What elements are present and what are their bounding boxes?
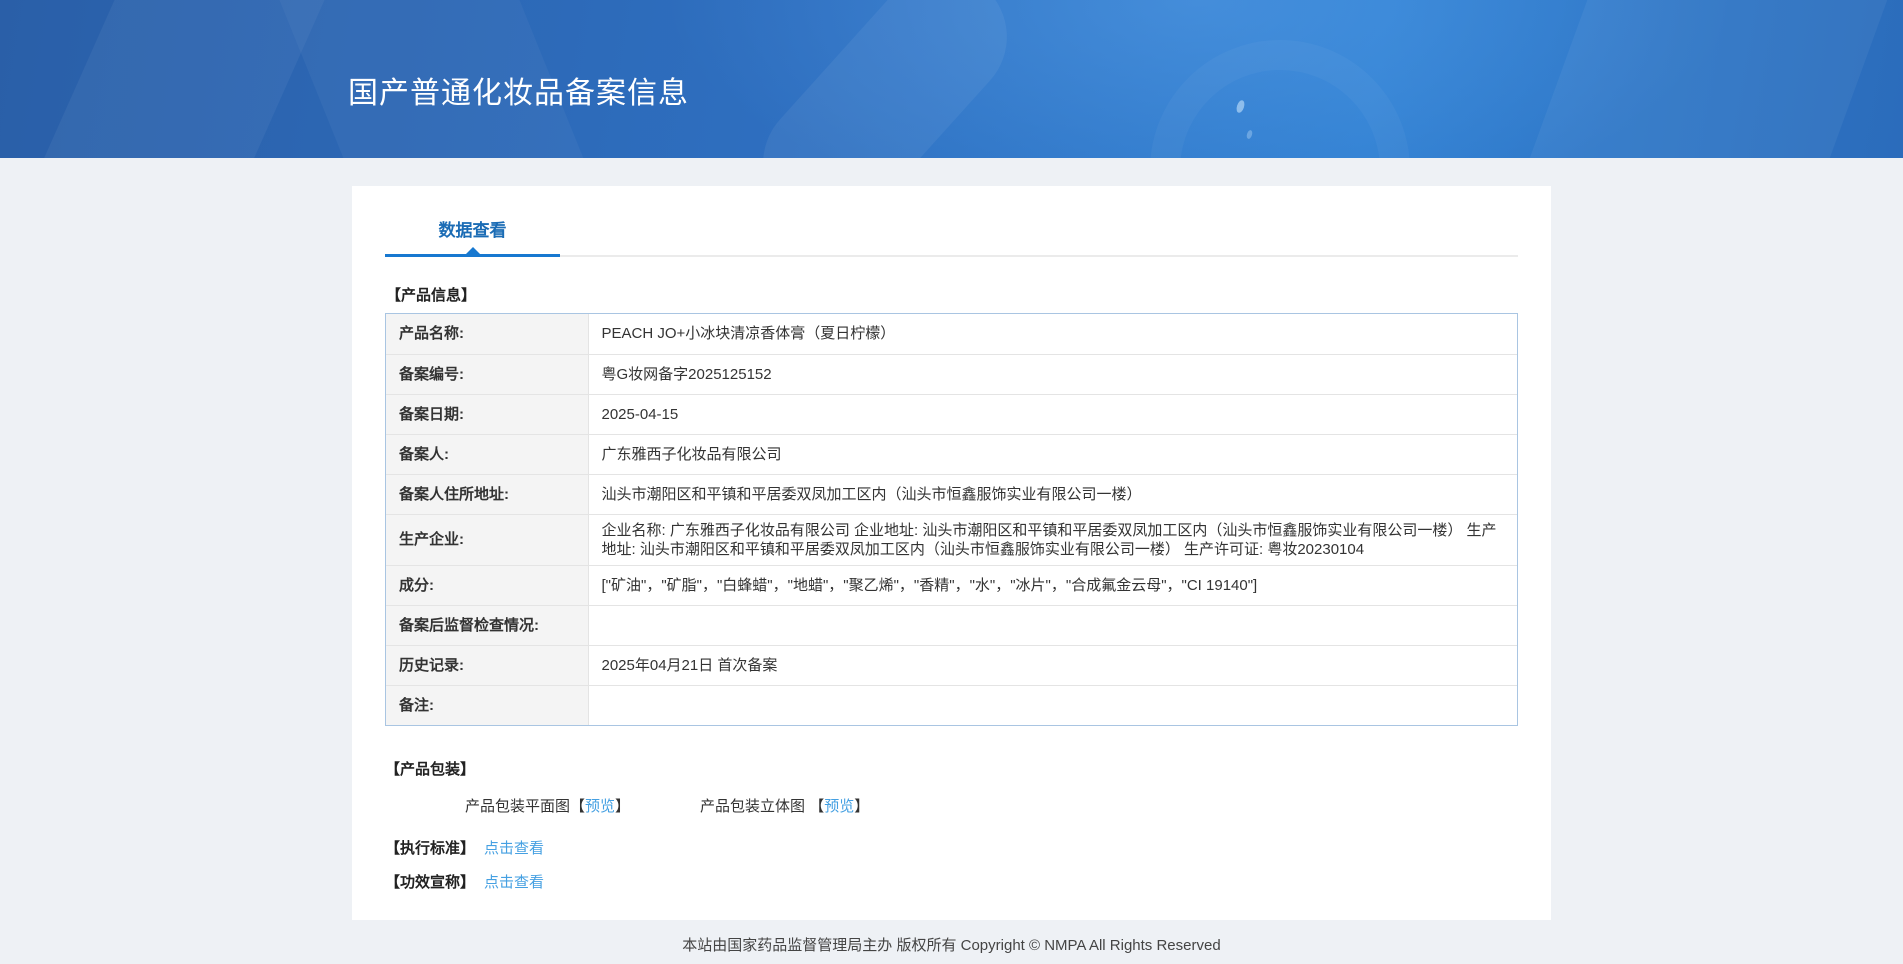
row-label-ingredients: 成分: bbox=[386, 564, 589, 605]
row-label-product-name: 产品名称: bbox=[386, 314, 589, 354]
page-title: 国产普通化妆品备案信息 bbox=[348, 77, 689, 110]
row-value-manufacturer: 企业名称: 广东雅西子化妆品有限公司 企业地址: 汕头市潮阳区和平镇和平居委双凤… bbox=[588, 513, 1517, 565]
packaging-3d-image-label: 产品包装立体图 【 bbox=[700, 798, 825, 815]
row-value-filer-address: 汕头市潮阳区和平镇和平居委双凤加工区内（汕头市恒鑫服饰实业有限公司一楼） bbox=[588, 473, 1517, 514]
decorative-shape bbox=[736, 0, 1034, 158]
packaging-flat-preview-link[interactable]: 预览 bbox=[585, 798, 615, 815]
row-label-manufacturer: 生产企业: bbox=[386, 513, 589, 565]
tab-data-view-label: 数据查看 bbox=[438, 221, 507, 240]
decorative-circle bbox=[1150, 40, 1410, 158]
packaging-3d-image-item: 产品包装立体图 【预览】 bbox=[700, 795, 869, 816]
product-info-table: 产品名称: PEACH JO+小冰块清凉香体膏（夏日柠檬） 备案编号: 粤G妆网… bbox=[385, 313, 1518, 726]
copyright-footer: 本站由国家药品监督管理局主办 版权所有 Copyright © NMPA All… bbox=[682, 937, 1221, 954]
table-row: 生产企业: 企业名称: 广东雅西子化妆品有限公司 企业地址: 汕头市潮阳区和平镇… bbox=[386, 513, 1517, 565]
row-value-filing-number: 粤G妆网备字2025125152 bbox=[588, 353, 1517, 394]
standard-view-link[interactable]: 点击查看 bbox=[484, 840, 544, 857]
row-value-supervision bbox=[588, 604, 1517, 645]
table-row: 备案人住所地址: 汕头市潮阳区和平镇和平居委双凤加工区内（汕头市恒鑫服饰实业有限… bbox=[386, 473, 1517, 514]
table-row: 历史记录: 2025年04月21日 首次备案 bbox=[386, 644, 1517, 685]
packaging-flat-image-label: 产品包装平面图【 bbox=[465, 798, 586, 815]
table-row: 成分: ["矿油"，"矿脂"，"白蜂蜡"，"地蜡"，"聚乙烯"，"香精"，"水"… bbox=[386, 564, 1517, 605]
tab-active-caret-icon bbox=[465, 247, 480, 254]
table-row: 备案后监督检查情况: bbox=[386, 604, 1517, 645]
packaging-section-title: 【产品包装】 bbox=[385, 761, 476, 778]
efficacy-view-link[interactable]: 点击查看 bbox=[484, 874, 544, 891]
decorative-shape bbox=[1481, 0, 1899, 158]
standard-row: 【执行标准】 点击查看 bbox=[385, 837, 1518, 858]
standard-label: 【执行标准】 bbox=[385, 840, 476, 857]
row-label-history: 历史记录: bbox=[386, 644, 589, 685]
product-info-section-title: 【产品信息】 bbox=[386, 287, 477, 304]
row-value-history: 2025年04月21日 首次备案 bbox=[588, 644, 1517, 685]
row-value-filer: 广东雅西子化妆品有限公司 bbox=[588, 433, 1517, 474]
packaging-row: 产品包装平面图【预览】 产品包装立体图 【预览】 bbox=[385, 795, 1518, 816]
row-value-product-name: PEACH JO+小冰块清凉香体膏（夏日柠檬） bbox=[601, 325, 896, 343]
row-value-remarks bbox=[588, 684, 1517, 725]
tab-data-view[interactable]: 数据查看 bbox=[385, 216, 560, 257]
table-row: 备案编号: 粤G妆网备字2025125152 bbox=[386, 353, 1517, 394]
packaging-3d-image-label-suffix: 】 bbox=[854, 798, 870, 815]
table-row: 备注: bbox=[386, 684, 1517, 725]
efficacy-row: 【功效宣称】 点击查看 bbox=[385, 871, 1518, 892]
table-row: 备案日期: 2025-04-15 bbox=[386, 393, 1517, 434]
row-label-filer: 备案人: bbox=[386, 433, 589, 474]
row-value-ingredients: ["矿油"，"矿脂"，"白蜂蜡"，"地蜡"，"聚乙烯"，"香精"，"水"，"冰片… bbox=[588, 564, 1517, 605]
row-label-remarks: 备注: bbox=[386, 684, 589, 725]
packaging-flat-image-item: 产品包装平面图【预览】 bbox=[465, 795, 630, 816]
row-value-filing-date: 2025-04-15 bbox=[588, 393, 1517, 434]
row-label-filing-date: 备案日期: bbox=[386, 393, 589, 434]
efficacy-label: 【功效宣称】 bbox=[385, 874, 476, 891]
row-label-supervision: 备案后监督检查情况: bbox=[386, 604, 589, 645]
row-label-filing-number: 备案编号: bbox=[386, 353, 589, 394]
packaging-flat-image-label-suffix: 】 bbox=[615, 798, 631, 815]
packaging-3d-preview-link[interactable]: 预览 bbox=[824, 798, 854, 815]
table-row: 产品名称: PEACH JO+小冰块清凉香体膏（夏日柠檬） bbox=[386, 314, 1517, 354]
page-banner: 国产普通化妆品备案信息 bbox=[0, 0, 1903, 158]
tab-bar: 数据查看 bbox=[385, 216, 1518, 257]
row-label-filer-address: 备案人住所地址: bbox=[386, 473, 589, 514]
table-row: 备案人: 广东雅西子化妆品有限公司 bbox=[386, 433, 1517, 474]
content-card: 数据查看 【产品信息】 产品名称: PEACH JO+小冰块清凉香体膏（夏日柠檬… bbox=[352, 186, 1551, 920]
